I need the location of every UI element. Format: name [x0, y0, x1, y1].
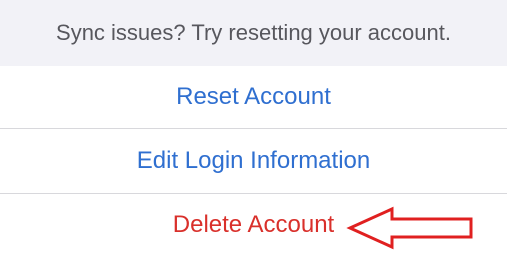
sync-hint-text: Sync issues? Try resetting your account. [56, 20, 451, 45]
reset-account-button[interactable]: Reset Account [0, 66, 507, 128]
edit-login-information-label: Edit Login Information [136, 147, 371, 174]
account-actions-panel: Sync issues? Try resetting your account.… [0, 0, 507, 256]
left-arrow-outline-icon [346, 206, 473, 250]
delete-account-label: Delete Account [172, 211, 335, 238]
edit-login-information-button[interactable]: Edit Login Information [0, 129, 507, 193]
reset-account-label: Reset Account [176, 83, 331, 110]
sync-hint-footer: Sync issues? Try resetting your account. [0, 0, 507, 66]
